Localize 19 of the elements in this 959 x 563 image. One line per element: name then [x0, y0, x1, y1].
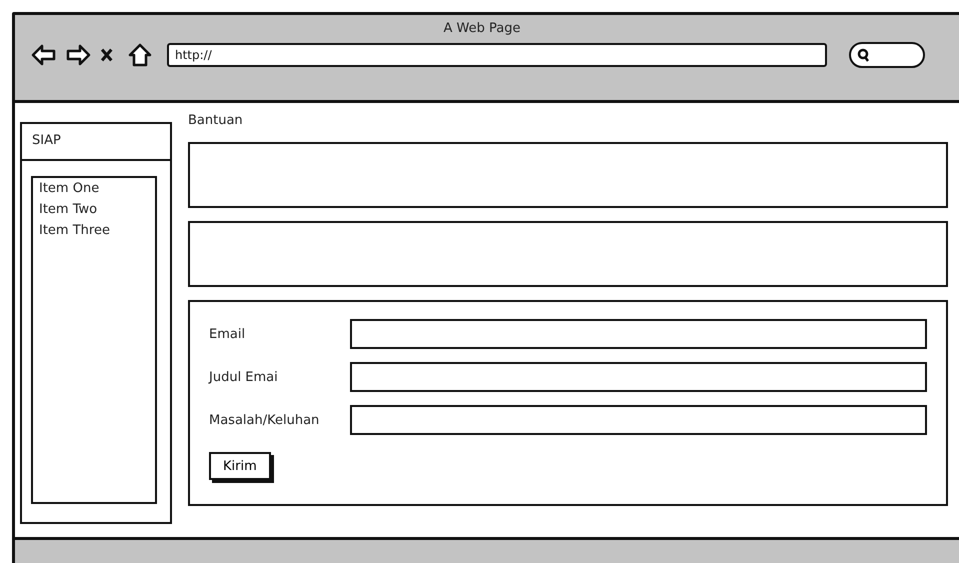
field-label: Judul Emai [209, 370, 279, 384]
list-item[interactable]: Item Three [39, 223, 149, 238]
sidebar-title: SIAP [22, 124, 170, 161]
forward-icon[interactable] [65, 42, 91, 68]
window-title: A Web Page [444, 21, 520, 36]
page-heading: Bantuan [188, 112, 244, 130]
list-item[interactable]: Item Two [39, 202, 149, 217]
field-label: Masalah/Keluhan [209, 412, 320, 428]
submit-button[interactable]: Kirim [209, 452, 271, 480]
search-icon [857, 48, 871, 62]
field-label: Email [209, 326, 246, 342]
list-item[interactable]: Item One [39, 181, 149, 196]
back-icon[interactable] [31, 42, 57, 68]
input-field[interactable] [350, 362, 927, 392]
input-field[interactable] [350, 319, 927, 349]
home-icon[interactable] [127, 42, 153, 68]
input-field[interactable] [350, 405, 927, 435]
address-field[interactable]: http:// [167, 43, 827, 67]
search-field[interactable] [849, 42, 925, 68]
